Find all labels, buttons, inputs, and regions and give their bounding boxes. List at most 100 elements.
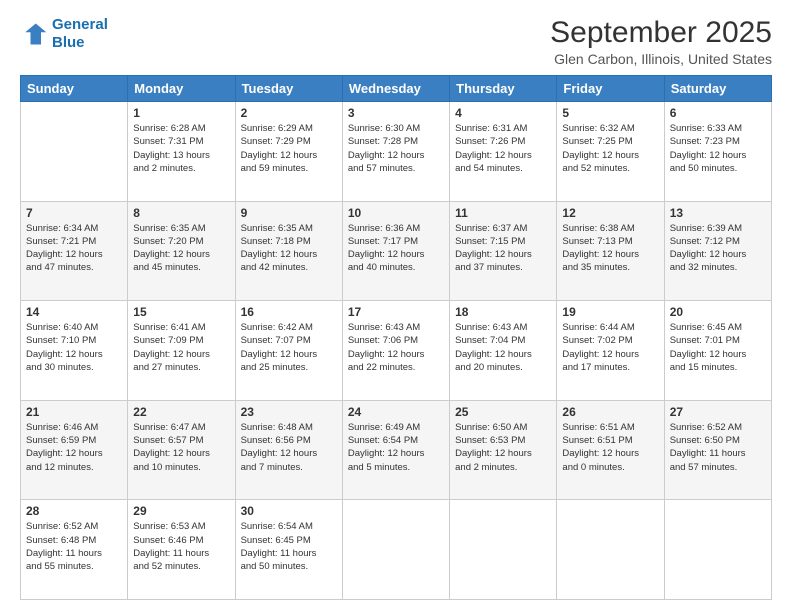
calendar-table: Sunday Monday Tuesday Wednesday Thursday… xyxy=(20,75,772,600)
day-number: 17 xyxy=(348,305,444,319)
day-info: Sunrise: 6:51 AMSunset: 6:51 PMDaylight:… xyxy=(562,421,658,474)
day-number: 28 xyxy=(26,504,122,518)
day-number: 2 xyxy=(241,106,337,120)
day-info: Sunrise: 6:32 AMSunset: 7:25 PMDaylight:… xyxy=(562,122,658,175)
table-row: 26 Sunrise: 6:51 AMSunset: 6:51 PMDayligh… xyxy=(557,400,664,500)
table-row: 18 Sunrise: 6:43 AMSunset: 7:04 PMDayligh… xyxy=(450,301,557,401)
day-number: 18 xyxy=(455,305,551,319)
day-info: Sunrise: 6:30 AMSunset: 7:28 PMDaylight:… xyxy=(348,122,444,175)
day-number: 3 xyxy=(348,106,444,120)
day-info: Sunrise: 6:31 AMSunset: 7:26 PMDaylight:… xyxy=(455,122,551,175)
table-row: 22 Sunrise: 6:47 AMSunset: 6:57 PMDayligh… xyxy=(128,400,235,500)
col-wednesday: Wednesday xyxy=(342,76,449,102)
calendar-week-row: 7 Sunrise: 6:34 AMSunset: 7:21 PMDaylight… xyxy=(21,201,772,301)
page: General Blue September 2025 Glen Carbon,… xyxy=(0,0,792,612)
col-friday: Friday xyxy=(557,76,664,102)
logo-line1: General xyxy=(52,16,108,33)
calendar-header-row: Sunday Monday Tuesday Wednesday Thursday… xyxy=(21,76,772,102)
table-row: 9Sunrise: 6:35 AMSunset: 7:18 PMDaylight… xyxy=(235,201,342,301)
table-row: 19 Sunrise: 6:44 AMSunset: 7:02 PMDayligh… xyxy=(557,301,664,401)
day-number: 8 xyxy=(133,206,229,220)
day-info: Sunrise: 6:39 AMSunset: 7:12 PMDaylight:… xyxy=(670,222,766,275)
table-row: 16Sunrise: 6:42 AMSunset: 7:07 PMDayligh… xyxy=(235,301,342,401)
logo: General Blue xyxy=(20,16,108,52)
table-row: 23 Sunrise: 6:48 AMSunset: 6:56 PMDayligh… xyxy=(235,400,342,500)
day-number: 19 xyxy=(562,305,658,319)
day-info: Sunrise: 6:50 AMSunset: 6:53 PMDaylight:… xyxy=(455,421,551,474)
table-row: 13 Sunrise: 6:39 AMSunset: 7:12 PMDayligh… xyxy=(664,201,771,301)
subtitle: Glen Carbon, Illinois, United States xyxy=(550,51,772,67)
day-info: Sunrise: 6:45 AMSunset: 7:01 PMDaylight:… xyxy=(670,321,766,374)
day-number: 11 xyxy=(455,206,551,220)
table-row: 1 Sunrise: 6:28 AMSunset: 7:31 PMDaylight… xyxy=(128,102,235,202)
day-info: Sunrise: 6:48 AMSunset: 6:56 PMDaylight:… xyxy=(241,421,337,474)
day-number: 29 xyxy=(133,504,229,518)
table-row: 24 Sunrise: 6:49 AMSunset: 6:54 PMDayligh… xyxy=(342,400,449,500)
day-number: 20 xyxy=(670,305,766,319)
table-row: 12Sunrise: 6:38 AMSunset: 7:13 PMDayligh… xyxy=(557,201,664,301)
table-row: 29 Sunrise: 6:53 AMSunset: 6:46 PMDayligh… xyxy=(128,500,235,600)
table-row: 27Sunrise: 6:52 AMSunset: 6:50 PMDayligh… xyxy=(664,400,771,500)
day-number: 24 xyxy=(348,405,444,419)
day-number: 22 xyxy=(133,405,229,419)
table-row: 25Sunrise: 6:50 AMSunset: 6:53 PMDayligh… xyxy=(450,400,557,500)
day-info: Sunrise: 6:46 AMSunset: 6:59 PMDaylight:… xyxy=(26,421,122,474)
day-info: Sunrise: 6:28 AMSunset: 7:31 PMDaylight:… xyxy=(133,122,229,175)
table-row: 4 Sunrise: 6:31 AMSunset: 7:26 PMDaylight… xyxy=(450,102,557,202)
day-info: Sunrise: 6:53 AMSunset: 6:46 PMDaylight:… xyxy=(133,520,229,573)
col-monday: Monday xyxy=(128,76,235,102)
day-info: Sunrise: 6:54 AMSunset: 6:45 PMDaylight:… xyxy=(241,520,337,573)
table-row: 17 Sunrise: 6:43 AMSunset: 7:06 PMDayligh… xyxy=(342,301,449,401)
table-row xyxy=(664,500,771,600)
logo-icon xyxy=(20,20,48,48)
table-row: 5Sunrise: 6:32 AMSunset: 7:25 PMDaylight… xyxy=(557,102,664,202)
day-info: Sunrise: 6:29 AMSunset: 7:29 PMDaylight:… xyxy=(241,122,337,175)
day-info: Sunrise: 6:52 AMSunset: 6:48 PMDaylight:… xyxy=(26,520,122,573)
day-number: 21 xyxy=(26,405,122,419)
col-tuesday: Tuesday xyxy=(235,76,342,102)
day-number: 13 xyxy=(670,206,766,220)
day-info: Sunrise: 6:52 AMSunset: 6:50 PMDaylight:… xyxy=(670,421,766,474)
calendar-week-row: 28 Sunrise: 6:52 AMSunset: 6:48 PMDayligh… xyxy=(21,500,772,600)
day-number: 10 xyxy=(348,206,444,220)
day-number: 7 xyxy=(26,206,122,220)
day-number: 23 xyxy=(241,405,337,419)
day-info: Sunrise: 6:43 AMSunset: 7:04 PMDaylight:… xyxy=(455,321,551,374)
table-row: 8 Sunrise: 6:35 AMSunset: 7:20 PMDaylight… xyxy=(128,201,235,301)
title-block: September 2025 Glen Carbon, Illinois, Un… xyxy=(550,16,772,67)
col-thursday: Thursday xyxy=(450,76,557,102)
day-number: 26 xyxy=(562,405,658,419)
col-sunday: Sunday xyxy=(21,76,128,102)
day-info: Sunrise: 6:35 AMSunset: 7:18 PMDaylight:… xyxy=(241,222,337,275)
calendar-week-row: 21 Sunrise: 6:46 AMSunset: 6:59 PMDayligh… xyxy=(21,400,772,500)
day-number: 4 xyxy=(455,106,551,120)
day-number: 6 xyxy=(670,106,766,120)
day-info: Sunrise: 6:49 AMSunset: 6:54 PMDaylight:… xyxy=(348,421,444,474)
header: General Blue September 2025 Glen Carbon,… xyxy=(20,16,772,67)
calendar-week-row: 14Sunrise: 6:40 AMSunset: 7:10 PMDayligh… xyxy=(21,301,772,401)
day-info: Sunrise: 6:43 AMSunset: 7:06 PMDaylight:… xyxy=(348,321,444,374)
table-row: 10 Sunrise: 6:36 AMSunset: 7:17 PMDayligh… xyxy=(342,201,449,301)
day-info: Sunrise: 6:36 AMSunset: 7:17 PMDaylight:… xyxy=(348,222,444,275)
day-number: 14 xyxy=(26,305,122,319)
table-row: 15Sunrise: 6:41 AMSunset: 7:09 PMDayligh… xyxy=(128,301,235,401)
table-row: 3 Sunrise: 6:30 AMSunset: 7:28 PMDaylight… xyxy=(342,102,449,202)
day-info: Sunrise: 6:35 AMSunset: 7:20 PMDaylight:… xyxy=(133,222,229,275)
logo-line2: Blue xyxy=(52,34,85,51)
table-row: 20 Sunrise: 6:45 AMSunset: 7:01 PMDayligh… xyxy=(664,301,771,401)
logo-text: General Blue xyxy=(52,16,108,52)
table-row: 14Sunrise: 6:40 AMSunset: 7:10 PMDayligh… xyxy=(21,301,128,401)
table-row xyxy=(342,500,449,600)
day-info: Sunrise: 6:37 AMSunset: 7:15 PMDaylight:… xyxy=(455,222,551,275)
day-info: Sunrise: 6:42 AMSunset: 7:07 PMDaylight:… xyxy=(241,321,337,374)
day-number: 1 xyxy=(133,106,229,120)
table-row: 28 Sunrise: 6:52 AMSunset: 6:48 PMDayligh… xyxy=(21,500,128,600)
day-info: Sunrise: 6:44 AMSunset: 7:02 PMDaylight:… xyxy=(562,321,658,374)
day-info: Sunrise: 6:34 AMSunset: 7:21 PMDaylight:… xyxy=(26,222,122,275)
day-info: Sunrise: 6:47 AMSunset: 6:57 PMDaylight:… xyxy=(133,421,229,474)
col-saturday: Saturday xyxy=(664,76,771,102)
day-info: Sunrise: 6:41 AMSunset: 7:09 PMDaylight:… xyxy=(133,321,229,374)
day-info: Sunrise: 6:38 AMSunset: 7:13 PMDaylight:… xyxy=(562,222,658,275)
table-row: 6Sunrise: 6:33 AMSunset: 7:23 PMDaylight… xyxy=(664,102,771,202)
table-row: 30Sunrise: 6:54 AMSunset: 6:45 PMDayligh… xyxy=(235,500,342,600)
